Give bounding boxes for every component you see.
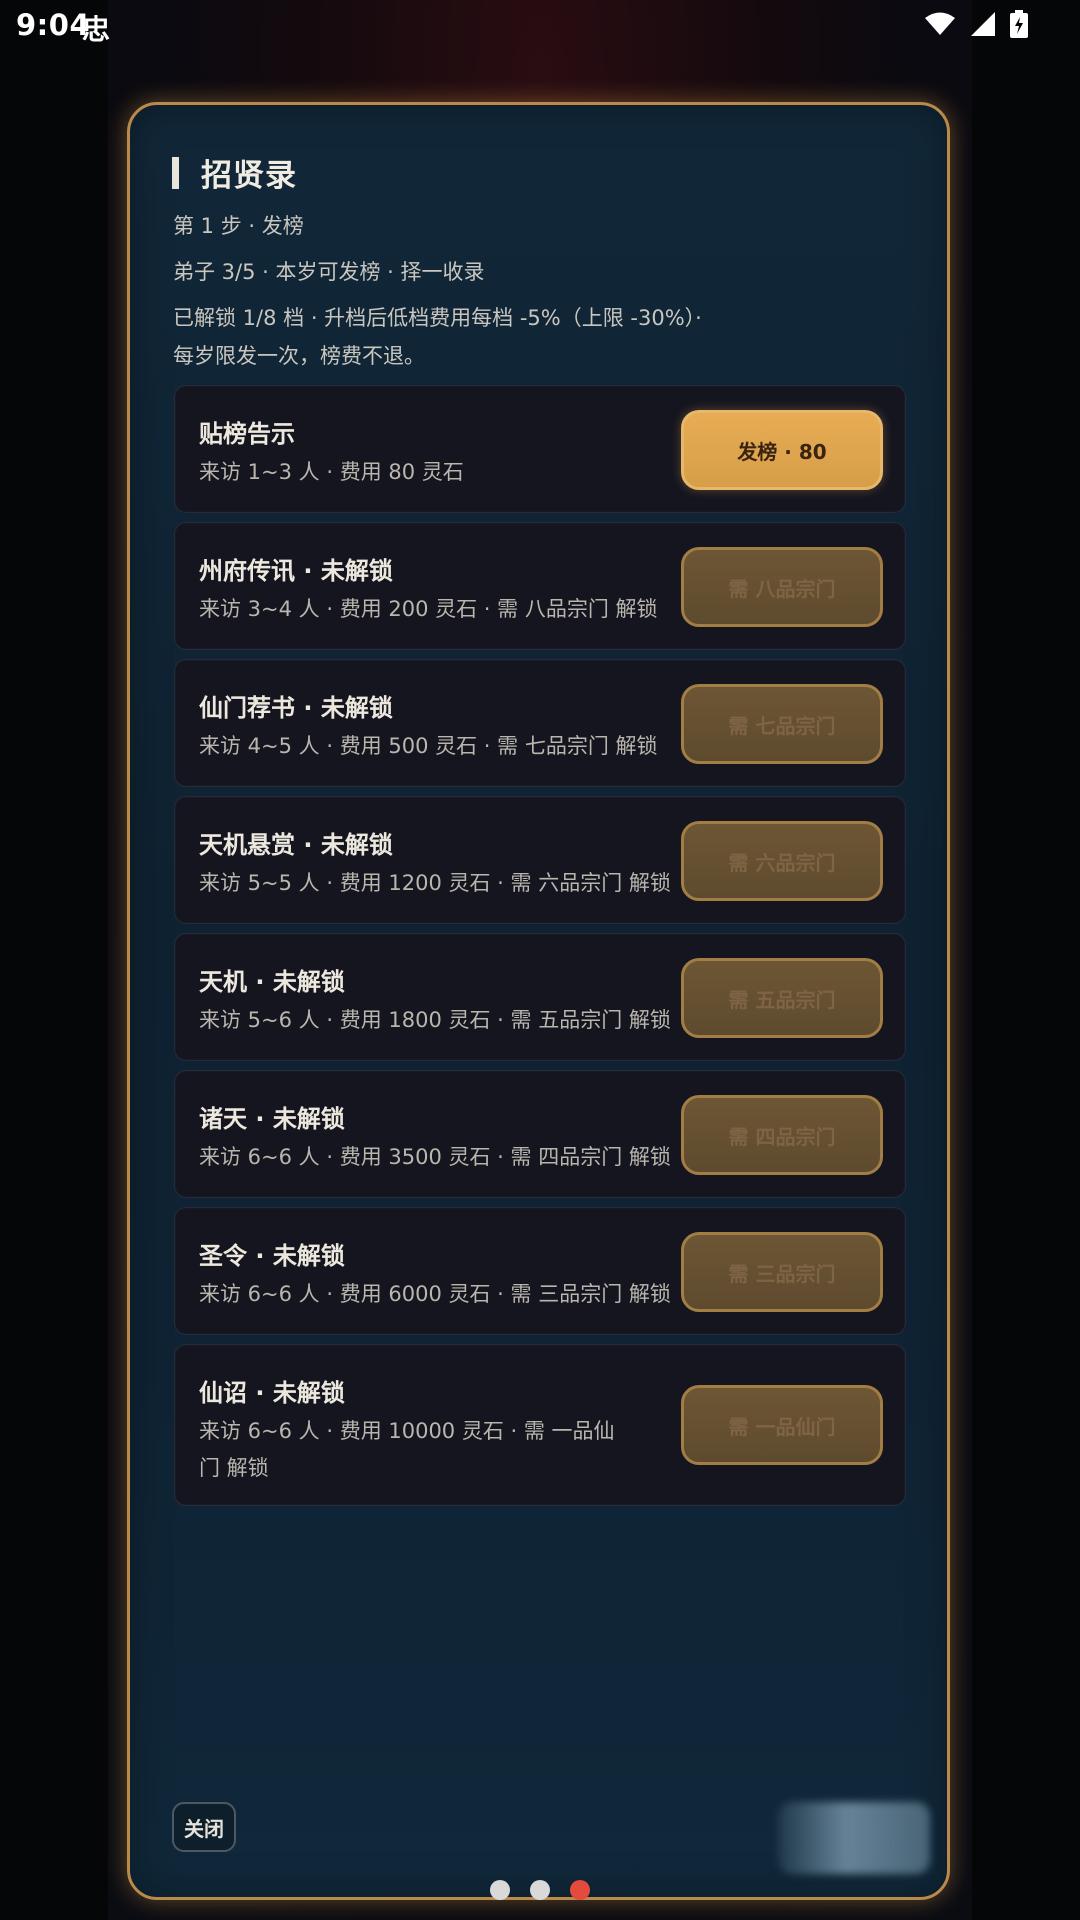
- signal-icon: [971, 12, 995, 36]
- tier-name: 诸天 · 未解锁: [199, 1105, 345, 1133]
- battery-charging-icon: [1010, 10, 1028, 38]
- status-time: 9:04: [16, 8, 91, 42]
- tier-description: 来访 3~4 人 · 费用 200 灵石 · 需 八品宗门 解锁: [199, 597, 658, 621]
- tier-card: 天机悬赏 · 未解锁 来访 5~5 人 · 费用 1200 灵石 · 需 六品宗…: [174, 796, 906, 924]
- tier-name: 仙门荐书 · 未解锁: [199, 694, 393, 722]
- tier-name: 贴榜告示: [199, 420, 295, 448]
- obscured-button[interactable]: [778, 1802, 930, 1874]
- tier-card: 仙门荐书 · 未解锁 来访 4~5 人 · 费用 500 灵石 · 需 七品宗门…: [174, 659, 906, 787]
- tier-description: 来访 6~6 人 · 费用 10000 灵石 · 需 一品仙门 解锁: [199, 1419, 615, 1480]
- tier-card: 贴榜告示 来访 1~3 人 · 费用 80 灵石 发榜 · 80: [174, 385, 906, 513]
- dialog-header: 招贤录: [172, 150, 297, 195]
- tier-name: 圣令 · 未解锁: [199, 1242, 345, 1270]
- page-indicator: [490, 1880, 590, 1900]
- locked-tier-button[interactable]: 需 四品宗门: [681, 1095, 883, 1175]
- page-dot[interactable]: [490, 1880, 510, 1900]
- tier-card: 天机 · 未解锁 来访 5~6 人 · 费用 1800 灵石 · 需 五品宗门 …: [174, 933, 906, 1061]
- tier-description: 来访 6~6 人 · 费用 6000 灵石 · 需 三品宗门 解锁: [199, 1282, 671, 1306]
- tier-card: 仙诏 · 未解锁 来访 6~6 人 · 费用 10000 灵石 · 需 一品仙门…: [174, 1344, 906, 1506]
- screen: 9:04 忠 招贤录 第 1 步 · 发榜 弟子 3/5 · 本岁可发榜 · 择…: [0, 0, 1080, 1920]
- rule-note: 每岁限发一次，榜费不退。: [173, 344, 425, 368]
- disciple-status: 弟子 3/5 · 本岁可发榜 · 择一收录: [173, 260, 485, 284]
- tier-card: 圣令 · 未解锁 来访 6~6 人 · 费用 6000 灵石 · 需 三品宗门 …: [174, 1207, 906, 1335]
- close-button[interactable]: 关闭: [172, 1802, 236, 1852]
- bug-icon: 忠: [82, 13, 111, 46]
- unlock-note: 已解锁 1/8 档 · 升档后低档费用每档 -5%（上限 -30%）·: [173, 306, 702, 330]
- tier-name: 天机 · 未解锁: [199, 968, 345, 996]
- locked-tier-button[interactable]: 需 五品宗门: [681, 958, 883, 1038]
- tier-name: 州府传讯 · 未解锁: [199, 557, 393, 585]
- status-bar: 9:04 忠: [0, 0, 1080, 52]
- tier-description: 来访 4~5 人 · 费用 500 灵石 · 需 七品宗门 解锁: [199, 734, 658, 758]
- wifi-icon: [925, 12, 955, 35]
- tier-name: 仙诏 · 未解锁: [199, 1379, 345, 1407]
- page-dot-active[interactable]: [570, 1880, 590, 1900]
- locked-tier-button[interactable]: 需 一品仙门: [681, 1385, 883, 1465]
- dialog-title: 招贤录: [201, 158, 297, 194]
- post-notice-button[interactable]: 发榜 · 80: [681, 410, 883, 490]
- locked-tier-button[interactable]: 需 六品宗门: [681, 821, 883, 901]
- page-dot[interactable]: [530, 1880, 550, 1900]
- tier-description: 来访 5~6 人 · 费用 1800 灵石 · 需 五品宗门 解锁: [199, 1008, 671, 1032]
- tier-description: 来访 5~5 人 · 费用 1200 灵石 · 需 六品宗门 解锁: [199, 871, 671, 895]
- locked-tier-button[interactable]: 需 三品宗门: [681, 1232, 883, 1312]
- locked-tier-button[interactable]: 需 七品宗门: [681, 684, 883, 764]
- tier-description: 来访 6~6 人 · 费用 3500 灵石 · 需 四品宗门 解锁: [199, 1145, 671, 1169]
- status-icons: [924, 10, 1028, 38]
- title-accent-bar: [172, 156, 179, 189]
- locked-tier-button[interactable]: 需 八品宗门: [681, 547, 883, 627]
- tier-card: 州府传讯 · 未解锁 来访 3~4 人 · 费用 200 灵石 · 需 八品宗门…: [174, 522, 906, 650]
- tier-name: 天机悬赏 · 未解锁: [199, 831, 393, 859]
- tier-card: 诸天 · 未解锁 来访 6~6 人 · 费用 3500 灵石 · 需 四品宗门 …: [174, 1070, 906, 1198]
- tier-description: 来访 1~3 人 · 费用 80 灵石: [199, 460, 464, 484]
- step-label: 第 1 步 · 发榜: [173, 214, 304, 238]
